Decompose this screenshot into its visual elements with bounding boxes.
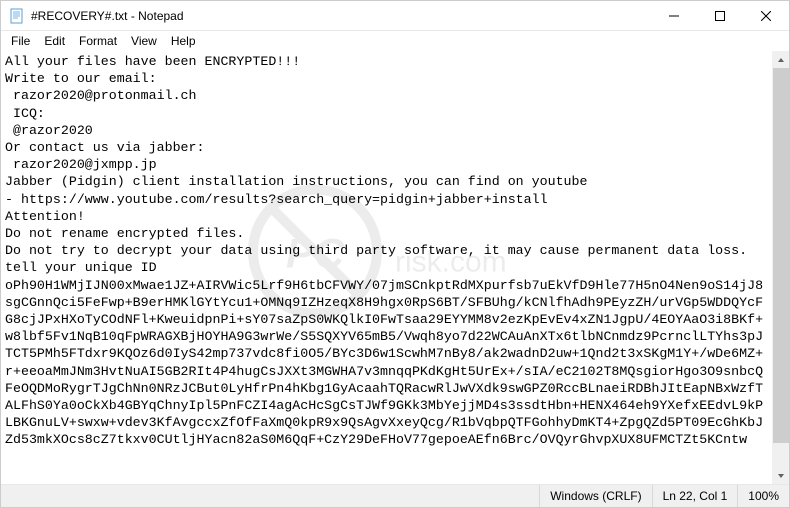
window-controls xyxy=(651,1,789,30)
content-area: All your files have been ENCRYPTED!!! Wr… xyxy=(1,51,789,484)
window-title: #RECOVERY#.txt - Notepad xyxy=(31,9,184,23)
menu-edit[interactable]: Edit xyxy=(38,33,71,49)
statusbar: Windows (CRLF) Ln 22, Col 1 100% xyxy=(1,484,789,507)
menu-format[interactable]: Format xyxy=(73,33,123,49)
status-position: Ln 22, Col 1 xyxy=(652,485,738,507)
menu-file[interactable]: File xyxy=(5,33,36,49)
text-editor[interactable]: All your files have been ENCRYPTED!!! Wr… xyxy=(1,51,772,484)
scrollbar-track[interactable] xyxy=(773,68,789,467)
notepad-window: #RECOVERY#.txt - Notepad File Edit Forma… xyxy=(0,0,790,508)
scrollbar-thumb[interactable] xyxy=(773,68,789,443)
scroll-up-button[interactable] xyxy=(773,51,789,68)
close-button[interactable] xyxy=(743,1,789,30)
maximize-button[interactable] xyxy=(697,1,743,30)
menu-help[interactable]: Help xyxy=(165,33,202,49)
status-zoom: 100% xyxy=(737,485,789,507)
scroll-down-button[interactable] xyxy=(773,467,789,484)
titlebar: #RECOVERY#.txt - Notepad xyxy=(1,1,789,31)
menubar: File Edit Format View Help xyxy=(1,31,789,51)
vertical-scrollbar[interactable] xyxy=(772,51,789,484)
notepad-icon xyxy=(9,8,25,24)
minimize-button[interactable] xyxy=(651,1,697,30)
menu-view[interactable]: View xyxy=(125,33,163,49)
titlebar-left: #RECOVERY#.txt - Notepad xyxy=(1,8,184,24)
status-eol: Windows (CRLF) xyxy=(539,485,651,507)
